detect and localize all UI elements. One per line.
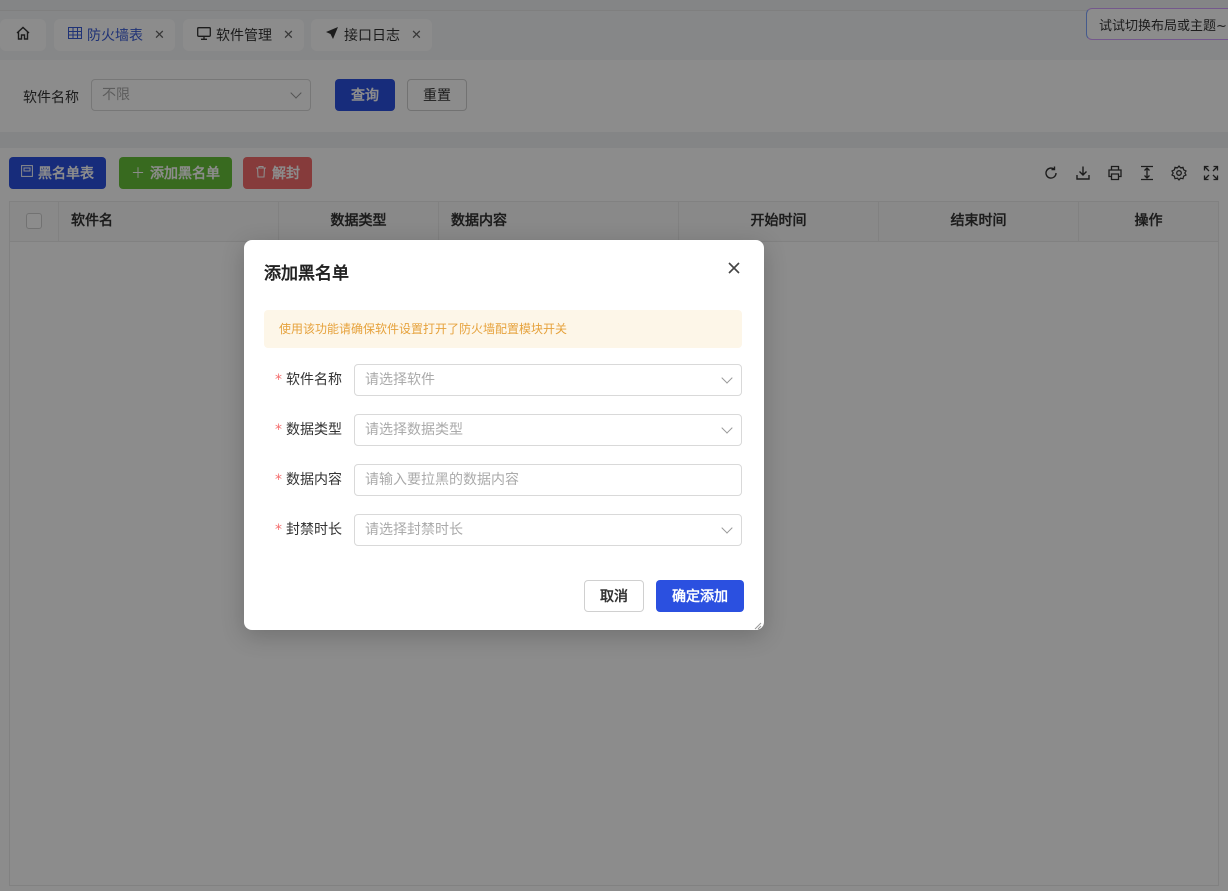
software-select[interactable]: 请选择软件 xyxy=(354,364,742,396)
form-row-data-content: * 数据内容 请输入要拉黑的数据内容 xyxy=(264,464,742,496)
chevron-down-icon xyxy=(721,372,733,384)
chevron-down-icon xyxy=(721,522,733,534)
data-content-input[interactable]: 请输入要拉黑的数据内容 xyxy=(354,464,742,496)
cancel-button[interactable]: 取消 xyxy=(584,580,644,612)
resize-handle-icon[interactable] xyxy=(752,618,762,630)
ban-duration-select[interactable]: 请选择封禁时长 xyxy=(354,514,742,546)
data-type-select[interactable]: 请选择数据类型 xyxy=(354,414,742,446)
chevron-down-icon xyxy=(721,422,733,434)
form-label: * 数据类型 xyxy=(275,422,342,438)
form-label: * 封禁时长 xyxy=(275,522,342,538)
warning-alert: 使用该功能请确保软件设置打开了防火墙配置模块开关 xyxy=(264,310,742,348)
add-blacklist-dialog: 添加黑名单 使用该功能请确保软件设置打开了防火墙配置模块开关 * 软件名称 请选择… xyxy=(244,240,764,630)
dialog-title: 添加黑名单 xyxy=(264,264,349,284)
form-row-software: * 软件名称 请选择软件 xyxy=(264,364,742,396)
form-row-data-type: * 数据类型 请选择数据类型 xyxy=(264,414,742,446)
form-label: * 软件名称 xyxy=(275,372,342,388)
close-icon[interactable] xyxy=(726,260,742,276)
form-label: * 数据内容 xyxy=(275,472,342,488)
form-row-ban-duration: * 封禁时长 请选择封禁时长 xyxy=(264,514,742,546)
confirm-add-button[interactable]: 确定添加 xyxy=(656,580,744,612)
